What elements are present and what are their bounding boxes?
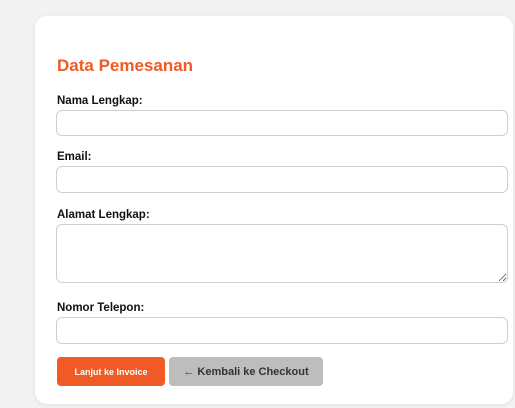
order-form-card: Data Pemesanan Nama Lengkap: Email: Alam… <box>35 16 513 404</box>
nama-label: Nama Lengkap: <box>57 95 143 107</box>
lanjut-ke-invoice-button[interactable]: Lanjut ke Invoice <box>57 357 165 386</box>
kembali-ke-checkout-button[interactable]: ← Kembali ke Checkout <box>169 357 323 386</box>
email-label: Email: <box>57 151 92 163</box>
telepon-input[interactable] <box>56 317 508 344</box>
telepon-label: Nomor Telepon: <box>57 302 145 314</box>
alamat-label: Alamat Lengkap: <box>57 209 150 221</box>
email-input[interactable] <box>56 166 508 193</box>
form-title: Data Pemesanan <box>57 56 194 75</box>
nama-input[interactable] <box>56 110 508 136</box>
alamat-textarea[interactable] <box>56 224 508 283</box>
